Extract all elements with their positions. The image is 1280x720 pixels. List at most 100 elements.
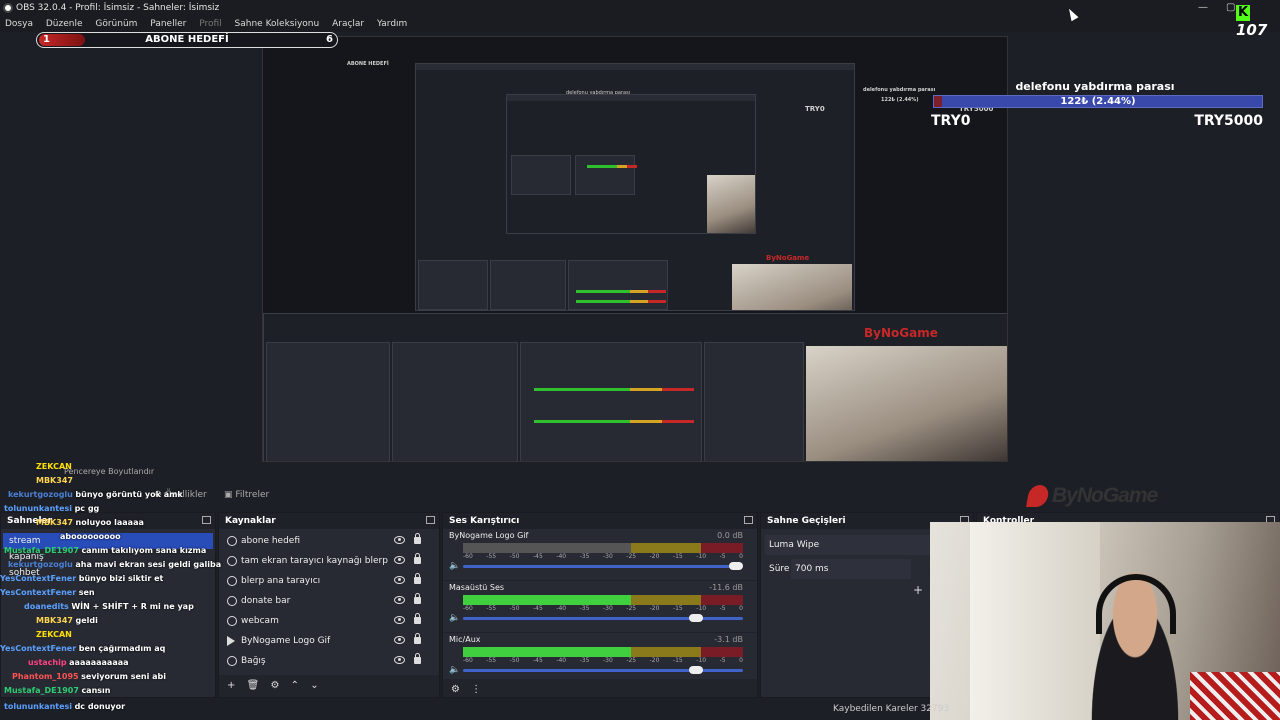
minimize-button[interactable]: —: [1198, 0, 1208, 16]
chat-text: bünyo bizi siktir et: [78, 574, 164, 583]
nested-try-min: TRY0: [805, 105, 825, 113]
chat-message: ZEKCAN: [36, 462, 72, 471]
scale-tick: -45: [532, 605, 543, 612]
menu-dosya[interactable]: Dosya: [0, 16, 38, 32]
volume-knob[interactable]: [689, 666, 703, 674]
visibility-eye-icon[interactable]: [394, 576, 405, 584]
dock-float-icon[interactable]: [744, 516, 753, 524]
chat-username: tolununkantesi: [4, 504, 73, 513]
lock-icon[interactable]: [414, 633, 421, 644]
lock-icon[interactable]: [414, 553, 421, 564]
source-item[interactable]: blerp ana tarayıcı: [219, 571, 439, 591]
chat-username: YesContextFener: [0, 574, 77, 583]
menu-araclar[interactable]: Araçlar: [327, 16, 369, 32]
scale-tick: -45: [532, 553, 543, 560]
visibility-eye-icon[interactable]: [394, 536, 405, 544]
browser-source-icon: [227, 596, 237, 606]
menu-duzenle[interactable]: Düzenle: [41, 16, 88, 32]
chat-text: pc gg: [74, 504, 100, 513]
visibility-eye-icon[interactable]: [394, 616, 405, 624]
scale-tick: 0: [739, 553, 743, 560]
volume-slider[interactable]: [463, 666, 743, 674]
sub-goal-widget: 1 ABONE HEDEFİ 6: [36, 32, 338, 48]
source-settings-icon[interactable]: ⚙: [270, 675, 279, 697]
kick-logo-icon: K: [1236, 5, 1250, 21]
duration-input[interactable]: 700 ms: [791, 559, 911, 579]
menu-yardim[interactable]: Yardım: [372, 16, 412, 32]
source-item[interactable]: tam ekran tarayıcı kaynağı blerp: [219, 551, 439, 571]
speaker-icon[interactable]: 🔈: [449, 561, 460, 571]
audio-mixer-dock: Ses Karıştırıcı ByNogame Logo Gif 0.0 dB -…: [442, 512, 758, 698]
visibility-eye-icon[interactable]: [394, 656, 405, 664]
mixer-menu-icon[interactable]: ⋮: [471, 679, 481, 701]
visibility-eye-icon[interactable]: [394, 556, 405, 564]
sources-dock: Kaynaklar abone hedefi tam ekran tarayıc…: [218, 512, 440, 698]
source-item[interactable]: donate bar: [219, 591, 439, 611]
speaker-icon[interactable]: 🔈: [449, 665, 460, 675]
add-source-icon[interactable]: +: [227, 675, 235, 697]
filters-button[interactable]: ▣ Filtreler: [220, 487, 273, 503]
menu-profil[interactable]: Profil: [194, 16, 226, 32]
sources-title: Kaynaklar: [225, 516, 276, 526]
chat-text: seviyorum seni abi: [81, 672, 167, 681]
donation-progress-bar: 122₺ (2.44%): [933, 95, 1263, 108]
menu-gorunum[interactable]: Görünüm: [90, 16, 142, 32]
scale-tick: -10: [696, 553, 707, 560]
chat-message: tolununkantesi pc gg: [4, 504, 99, 513]
channel-name: Mic/Aux: [449, 635, 481, 644]
scale-tick: -10: [696, 605, 707, 612]
lock-icon[interactable]: [414, 593, 421, 604]
visibility-eye-icon[interactable]: [394, 636, 405, 644]
dock-float-icon[interactable]: [426, 516, 435, 524]
scale-tick: -30: [602, 553, 613, 560]
title-bar: OBS 32.0.4 - Profil: İsimsiz - Sahneler:…: [0, 0, 1280, 16]
volume-slider[interactable]: [463, 614, 743, 622]
menu-sahne-koleksiyonu[interactable]: Sahne Koleksiyonu: [230, 16, 325, 32]
kick-count: 107: [1236, 21, 1268, 39]
chat-message: MBK347 noluyoo laaaaa: [36, 518, 144, 527]
visibility-eye-icon[interactable]: [394, 596, 405, 604]
transition-select[interactable]: Luma Wipe: [765, 535, 933, 555]
move-down-icon[interactable]: ⌄: [310, 675, 318, 697]
channel-level-meter: [463, 543, 743, 553]
sources-dock-title: Kaynaklar: [219, 513, 439, 529]
chat-text: ben çağırmadım aq: [78, 644, 166, 653]
chat-text: bünyo görüntü yok amk: [75, 490, 183, 499]
sub-goal-title: ABONE HEDEFİ: [145, 34, 229, 45]
scale-tick: -20: [649, 605, 660, 612]
nested-donation-amount: 122₺ (2.44%): [881, 97, 919, 103]
lock-icon[interactable]: [414, 653, 421, 664]
maximize-button[interactable]: ▢: [1226, 0, 1235, 16]
dock-float-icon[interactable]: [202, 516, 211, 524]
source-item[interactable]: webcam: [219, 611, 439, 631]
scale-tick: -45: [532, 657, 543, 664]
browser-source-icon: [227, 556, 237, 566]
channel-db: 0.0 dB: [717, 531, 743, 540]
scale-tick: -60: [463, 657, 473, 664]
remove-source-icon[interactable]: 🗑: [247, 675, 260, 697]
volume-knob[interactable]: [689, 614, 703, 622]
volume-slider[interactable]: [463, 562, 743, 570]
menu-paneller[interactable]: Paneller: [145, 16, 191, 32]
lock-icon[interactable]: [414, 573, 421, 584]
chat-text: aaaaaaaaaaa: [69, 658, 129, 667]
menu-bar: Dosya Düzenle Görünüm Paneller Profil Sa…: [0, 16, 1280, 32]
source-item[interactable]: ByNogame Logo Gif: [219, 631, 439, 651]
move-up-icon[interactable]: ⌃: [291, 675, 299, 697]
chat-username: kekurtgozoglu: [8, 560, 73, 569]
chat-username: MBK347: [36, 518, 73, 527]
lock-icon[interactable]: [414, 613, 421, 624]
speaker-icon[interactable]: 🔈: [449, 613, 460, 623]
donation-progress-text: 122₺ (2.44%): [1060, 96, 1136, 107]
mixer-settings-icon[interactable]: ⚙: [451, 679, 460, 701]
scale-tick: 0: [739, 657, 743, 664]
scale-tick: -40: [556, 657, 567, 664]
chat-username: Phantom_1095: [12, 672, 79, 681]
scale-tick: -10: [696, 657, 707, 664]
volume-knob[interactable]: [729, 562, 743, 570]
source-item[interactable]: abone hedefi: [219, 531, 439, 551]
lock-icon[interactable]: [414, 533, 421, 544]
source-item[interactable]: Bağış: [219, 651, 439, 671]
preview-canvas[interactable]: delefonu yabdırma parası ByNoGame ABONE …: [262, 36, 1008, 462]
add-transition-icon[interactable]: +: [913, 583, 923, 597]
